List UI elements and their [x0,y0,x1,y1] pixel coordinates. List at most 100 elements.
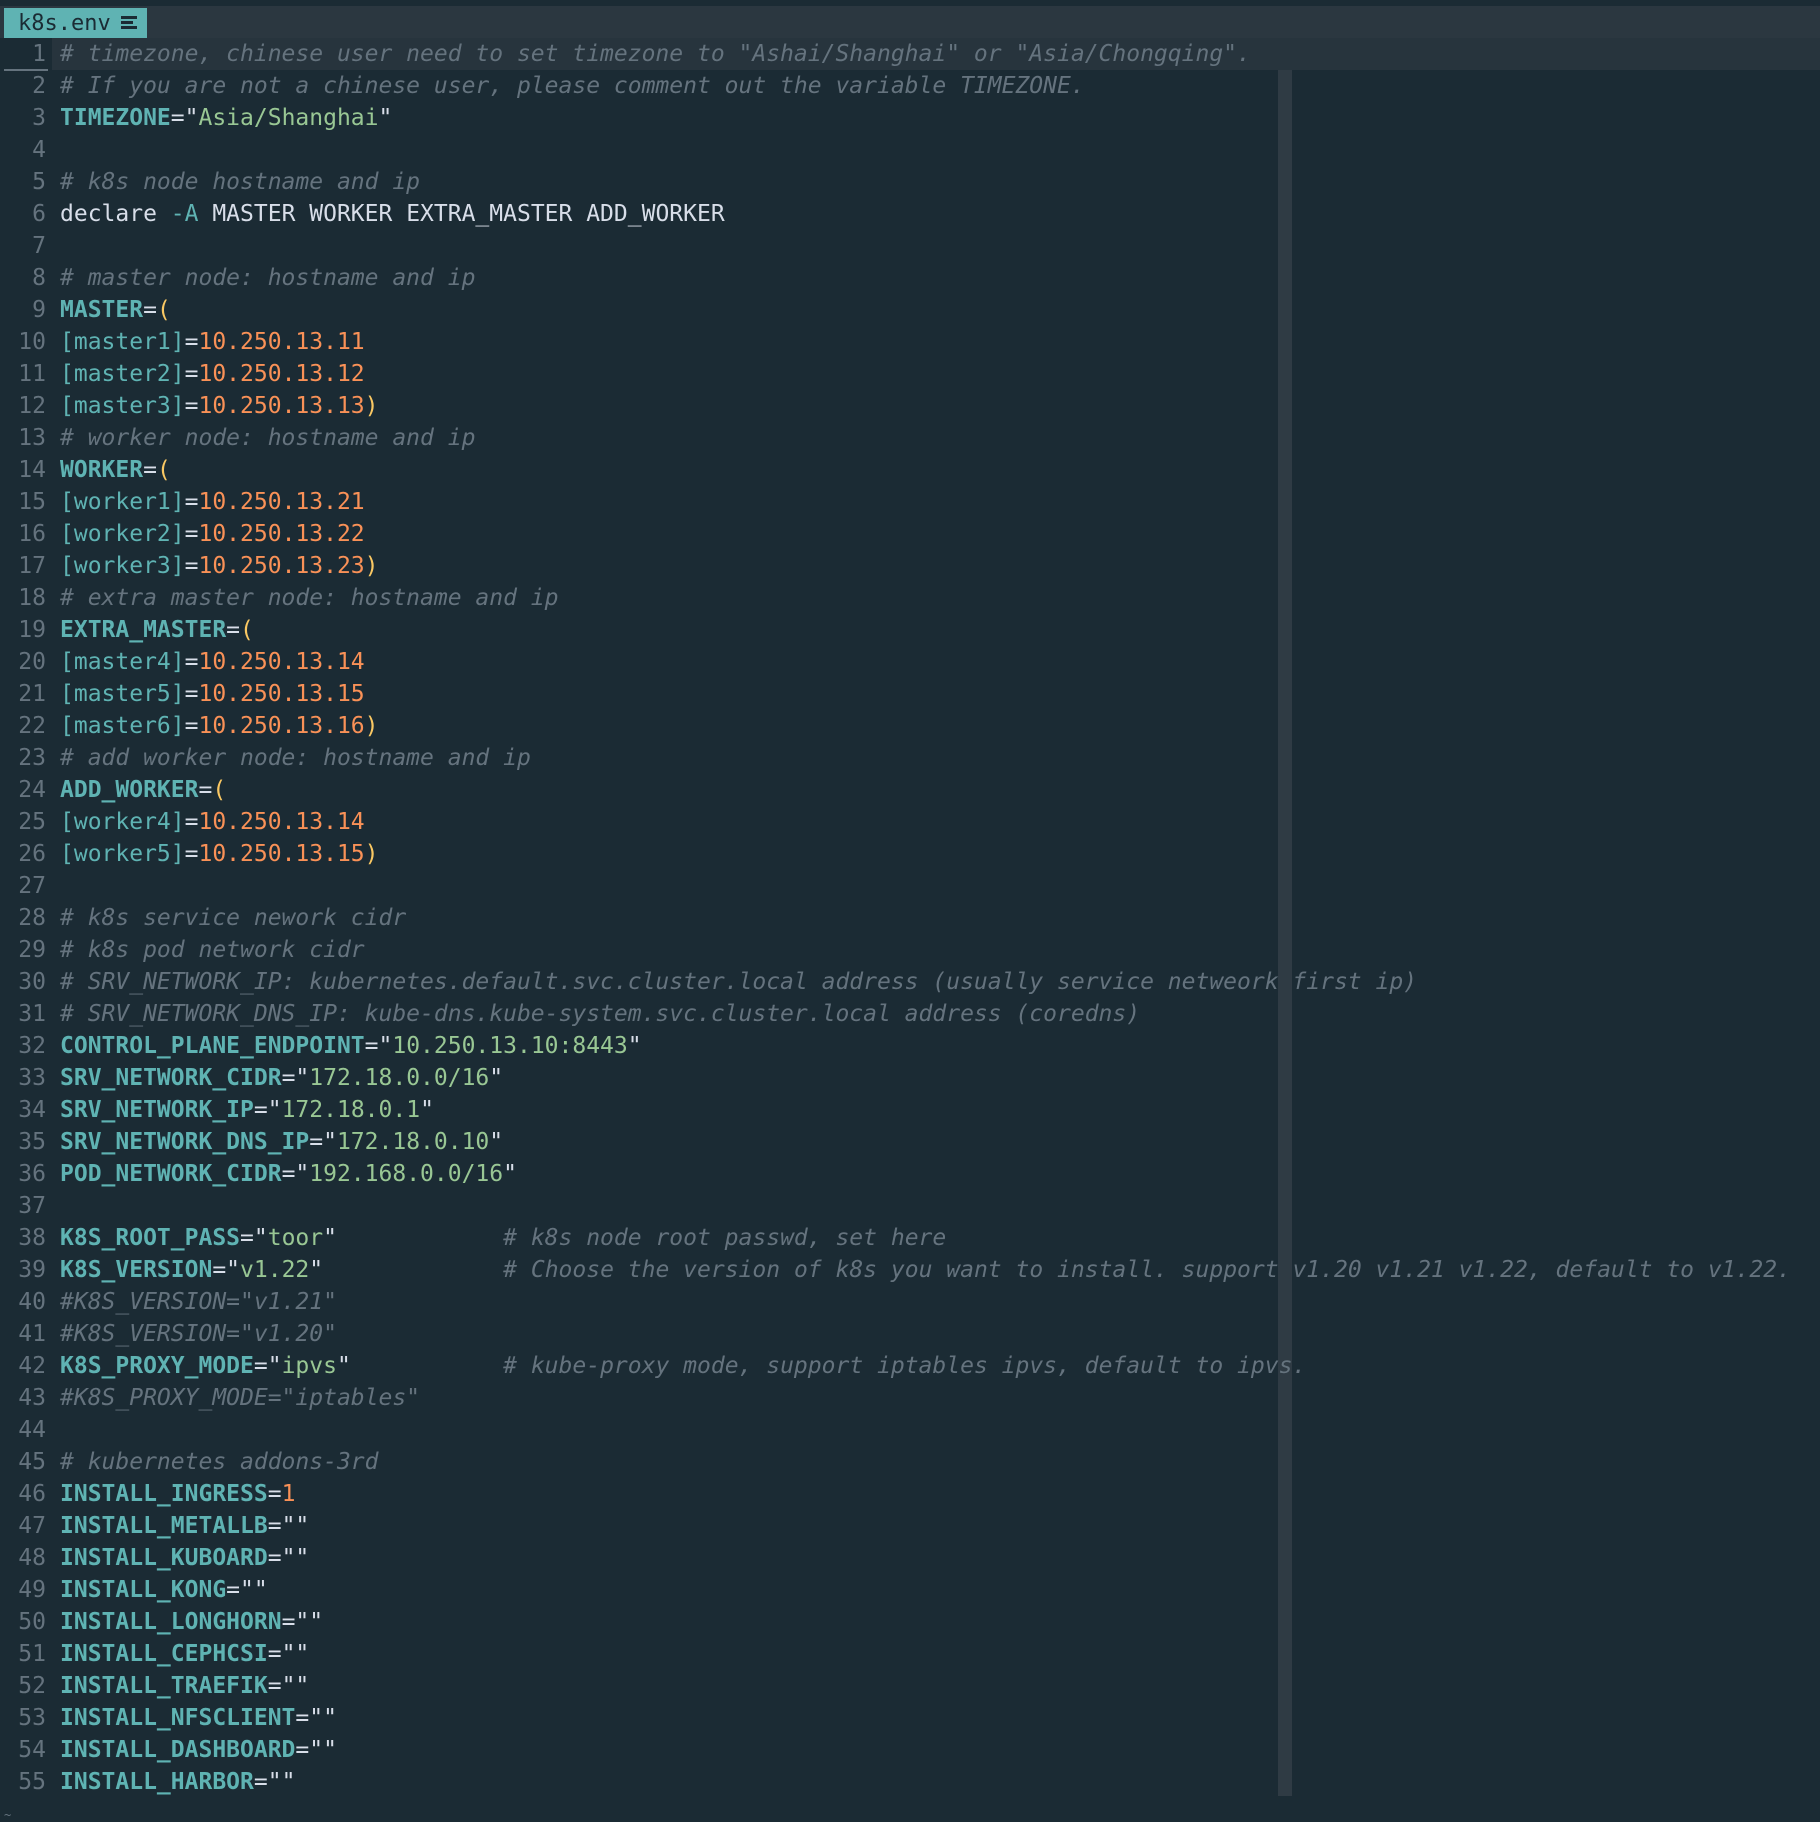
code-token: [worker1] [60,489,185,515]
line-number: 10 [18,329,46,355]
line-number: 52 [18,1673,46,1699]
code-token: v1.22 [240,1257,310,1283]
code-text: # k8s service nework cidr [60,902,406,934]
code-line[interactable]: 10 [master1]=10.250.13.11 [0,326,364,358]
code-line[interactable]: 47 INSTALL_METALLB="" [0,1510,309,1542]
code-line[interactable]: 55 INSTALL_HARBOR="" [0,1766,295,1798]
code-line[interactable]: 7 [0,230,46,262]
code-line[interactable]: 34 SRV_NETWORK_IP="172.18.0.1" [0,1094,434,1126]
line-number: 41 [18,1321,46,1347]
code-line[interactable]: 14 WORKER=( [0,454,171,486]
code-line[interactable]: 33 SRV_NETWORK_CIDR="172.18.0.0/16" [0,1062,503,1094]
code-line[interactable]: 21 [master5]=10.250.13.15 [0,678,364,710]
line-number: 2 [32,73,46,99]
code-token: =" [253,1097,282,1123]
code-line[interactable]: 18 # extra master node: hostname and ip [0,582,558,614]
line-number: 8 [32,265,46,291]
code-line[interactable]: 37 [0,1190,46,1222]
code-line[interactable]: 2 # If you are not a chinese user, please… [0,70,1085,102]
code-line[interactable]: 53 INSTALL_NFSCLIENT="" [0,1702,337,1734]
code-token: = [184,809,199,835]
code-token: toor [267,1225,324,1251]
code-text: # k8s pod network cidr [60,934,365,966]
code-line[interactable]: 30 # SRV_NETWORK_IP: kubernetes.default.s… [0,966,1417,998]
code-line[interactable]: 13 # worker node: hostname and ip [0,422,475,454]
code-line[interactable]: 36 POD_NETWORK_CIDR="192.168.0.0/16" [0,1158,517,1190]
code-token: -A [170,201,199,227]
code-line[interactable]: 20 [master4]=10.250.13.14 [0,646,364,678]
code-token: 10.250.13.15 [198,841,365,867]
code-line[interactable]: 35 SRV_NETWORK_DNS_IP="172.18.0.10" [0,1126,503,1158]
code-line[interactable]: 51 INSTALL_CEPHCSI="" [0,1638,309,1670]
code-line[interactable]: 3 TIMEZONE="Asia/Shanghai" [0,102,392,134]
code-editor[interactable]: 1 # timezone, chinese user need to set ti… [0,38,1820,1808]
code-line[interactable]: 54 INSTALL_DASHBOARD="" [0,1734,337,1766]
code-line[interactable]: 44 [0,1414,46,1446]
code-line[interactable]: 11 [master2]=10.250.13.12 [0,358,364,390]
code-token: =" [212,1257,241,1283]
code-line[interactable]: 42 K8S_PROXY_MODE="ipvs" # kube-proxy mod… [0,1350,1306,1382]
code-line[interactable]: 48 INSTALL_KUBOARD="" [0,1542,309,1574]
code-line[interactable]: 50 INSTALL_LONGHORN="" [0,1606,323,1638]
list-icon[interactable] [120,15,137,31]
code-token: SRV_NETWORK_CIDR [60,1065,282,1091]
code-line[interactable]: 27 [0,870,46,902]
code-text: INSTALL_HARBOR="" [60,1766,295,1798]
code-line[interactable]: 8 # master node: hostname and ip [0,262,475,294]
code-line[interactable]: 29 # k8s pod network cidr [0,934,364,966]
code-line[interactable]: 40 #K8S_VERSION="v1.21" [0,1286,337,1318]
code-text: EXTRA_MASTER=( [60,614,254,646]
code-line[interactable]: 45 # kubernetes addons-3rd [0,1446,378,1478]
line-number: 18 [18,585,46,611]
code-line[interactable]: 46 INSTALL_INGRESS=1 [0,1478,295,1510]
code-line[interactable]: 31 # SRV_NETWORK_DNS_IP: kube-dns.kube-sy… [0,998,1140,1030]
code-line[interactable]: 49 INSTALL_KONG="" [0,1574,267,1606]
line-number: 33 [18,1065,46,1091]
code-line[interactable]: 24 ADD_WORKER=( [0,774,226,806]
code-token: 10.250.13.14 [198,809,365,835]
code-text: INSTALL_DASHBOARD="" [60,1734,337,1766]
code-token: 10.250.13.14 [198,649,365,675]
code-token: [worker2] [60,521,185,547]
code-line[interactable]: 5 # k8s node hostname and ip [0,166,420,198]
code-line[interactable]: 16 [worker2]=10.250.13.22 [0,518,364,550]
code-token: INSTALL_NFSCLIENT [60,1705,296,1731]
code-line[interactable]: 1 # timezone, chinese user need to set ti… [0,38,1251,70]
code-line[interactable]: 19 EXTRA_MASTER=( [0,614,254,646]
tab-k8s-env[interactable]: k8s.env [4,8,147,38]
code-token: ="" [267,1673,310,1699]
code-line[interactable]: 15 [worker1]=10.250.13.21 [0,486,364,518]
code-line[interactable]: 12 [master3]=10.250.13.13) [0,390,378,422]
code-line[interactable]: 32 CONTROL_PLANE_ENDPOINT="10.250.13.10:8… [0,1030,641,1062]
line-number: 17 [18,553,46,579]
code-token: Asia/Shanghai [198,105,379,131]
code-line[interactable]: 22 [master6]=10.250.13.16) [0,710,378,742]
code-line[interactable]: 4 [0,134,46,166]
code-line[interactable]: 6 declare -A MASTER WORKER EXTRA_MASTER A… [0,198,725,230]
code-line[interactable]: 9 MASTER=( [0,294,171,326]
code-token: [master2] [60,361,185,387]
code-line[interactable]: 26 [worker5]=10.250.13.15) [0,838,378,870]
code-line[interactable]: 43 #K8S_PROXY_MODE="iptables" [0,1382,420,1414]
code-token: " [378,105,393,131]
code-line[interactable]: 39 K8S_VERSION="v1.22" # Choose the versi… [0,1254,1791,1286]
line-number: 44 [18,1417,46,1443]
code-token: INSTALL_KONG [60,1577,227,1603]
code-text: [master5]=10.250.13.15 [60,678,365,710]
code-token: ="" [295,1705,337,1731]
code-line[interactable]: 41 #K8S_VERSION="v1.20" [0,1318,337,1350]
code-line[interactable]: 28 # k8s service nework cidr [0,902,406,934]
code-text: K8S_PROXY_MODE="ipvs" # kube-proxy mode,… [60,1350,1306,1382]
code-token: 10.250.13.10:8443 [392,1033,628,1059]
code-line[interactable]: 17 [worker3]=10.250.13.23) [0,550,378,582]
code-line[interactable]: 23 # add worker node: hostname and ip [0,742,531,774]
code-token: [worker5] [60,841,185,867]
code-token: " [627,1033,642,1059]
code-text: declare -A MASTER WORKER EXTRA_MASTER AD… [60,198,725,230]
code-line[interactable]: 52 INSTALL_TRAEFIK="" [0,1670,309,1702]
code-line[interactable]: 38 K8S_ROOT_PASS="toor" # k8s node root p… [0,1222,946,1254]
code-text: INSTALL_KONG="" [60,1574,268,1606]
code-line[interactable]: 25 [worker4]=10.250.13.14 [0,806,364,838]
line-number: 53 [18,1705,46,1731]
code-token: =" [281,1161,310,1187]
